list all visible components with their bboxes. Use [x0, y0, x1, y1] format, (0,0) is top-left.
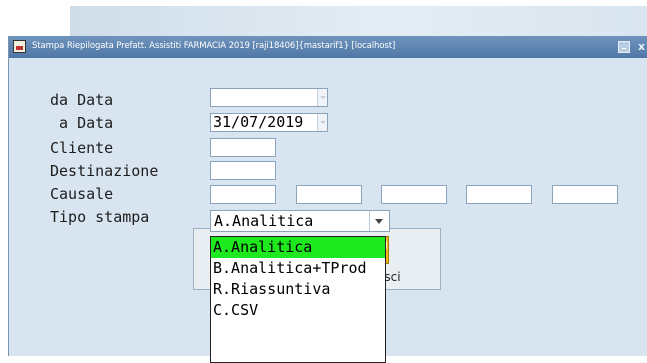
- tipo-stampa-select[interactable]: A.Analitica: [210, 210, 390, 232]
- close-icon[interactable]: x: [638, 41, 647, 53]
- a-data-value: 31/07/2019: [213, 113, 304, 131]
- causale-field-1[interactable]: [210, 185, 276, 204]
- causale-field-4[interactable]: [466, 185, 532, 204]
- dropdown-option-riassuntiva[interactable]: R.Riassuntiva: [211, 279, 385, 300]
- window-title: Stampa Riepilogata Prefatt. Assistiti FA…: [32, 41, 396, 51]
- app-icon: [13, 40, 26, 53]
- minimize-icon[interactable]: [618, 41, 630, 53]
- cliente-label: Cliente: [50, 139, 114, 157]
- cliente-field[interactable]: [210, 138, 276, 157]
- causale-label: Causale: [50, 185, 114, 203]
- causale-field-2[interactable]: [296, 185, 362, 204]
- causale-field-3[interactable]: [381, 185, 447, 204]
- title-bar[interactable]: Stampa Riepilogata Prefatt. Assistiti FA…: [9, 36, 647, 58]
- desktop-banner: [70, 6, 647, 36]
- da-data-label: da Data: [50, 91, 114, 109]
- tipo-stampa-dropdown: A.Analitica B.Analitica+TProd R.Riassunt…: [210, 236, 386, 363]
- chevron-down-icon[interactable]: [369, 211, 389, 231]
- a-data-field[interactable]: 31/07/2019: [210, 113, 328, 132]
- tipo-stampa-selected: A.Analitica: [214, 212, 314, 230]
- dropdown-option-csv[interactable]: C.CSV: [211, 300, 385, 321]
- causale-field-5[interactable]: [552, 185, 618, 204]
- spinner-icon[interactable]: [317, 114, 327, 131]
- destinazione-field[interactable]: [210, 161, 276, 180]
- dropdown-option-analitica-tprod[interactable]: B.Analitica+TProd: [211, 258, 385, 279]
- destinazione-label: Destinazione: [50, 162, 159, 180]
- dropdown-option-analitica[interactable]: A.Analitica: [211, 237, 385, 258]
- spinner-icon[interactable]: [317, 89, 327, 106]
- a-data-label: a Data: [50, 114, 114, 132]
- da-data-field[interactable]: [210, 88, 328, 107]
- tipo-stampa-label: Tipo stampa: [50, 208, 150, 226]
- desktop-background: [0, 0, 647, 36]
